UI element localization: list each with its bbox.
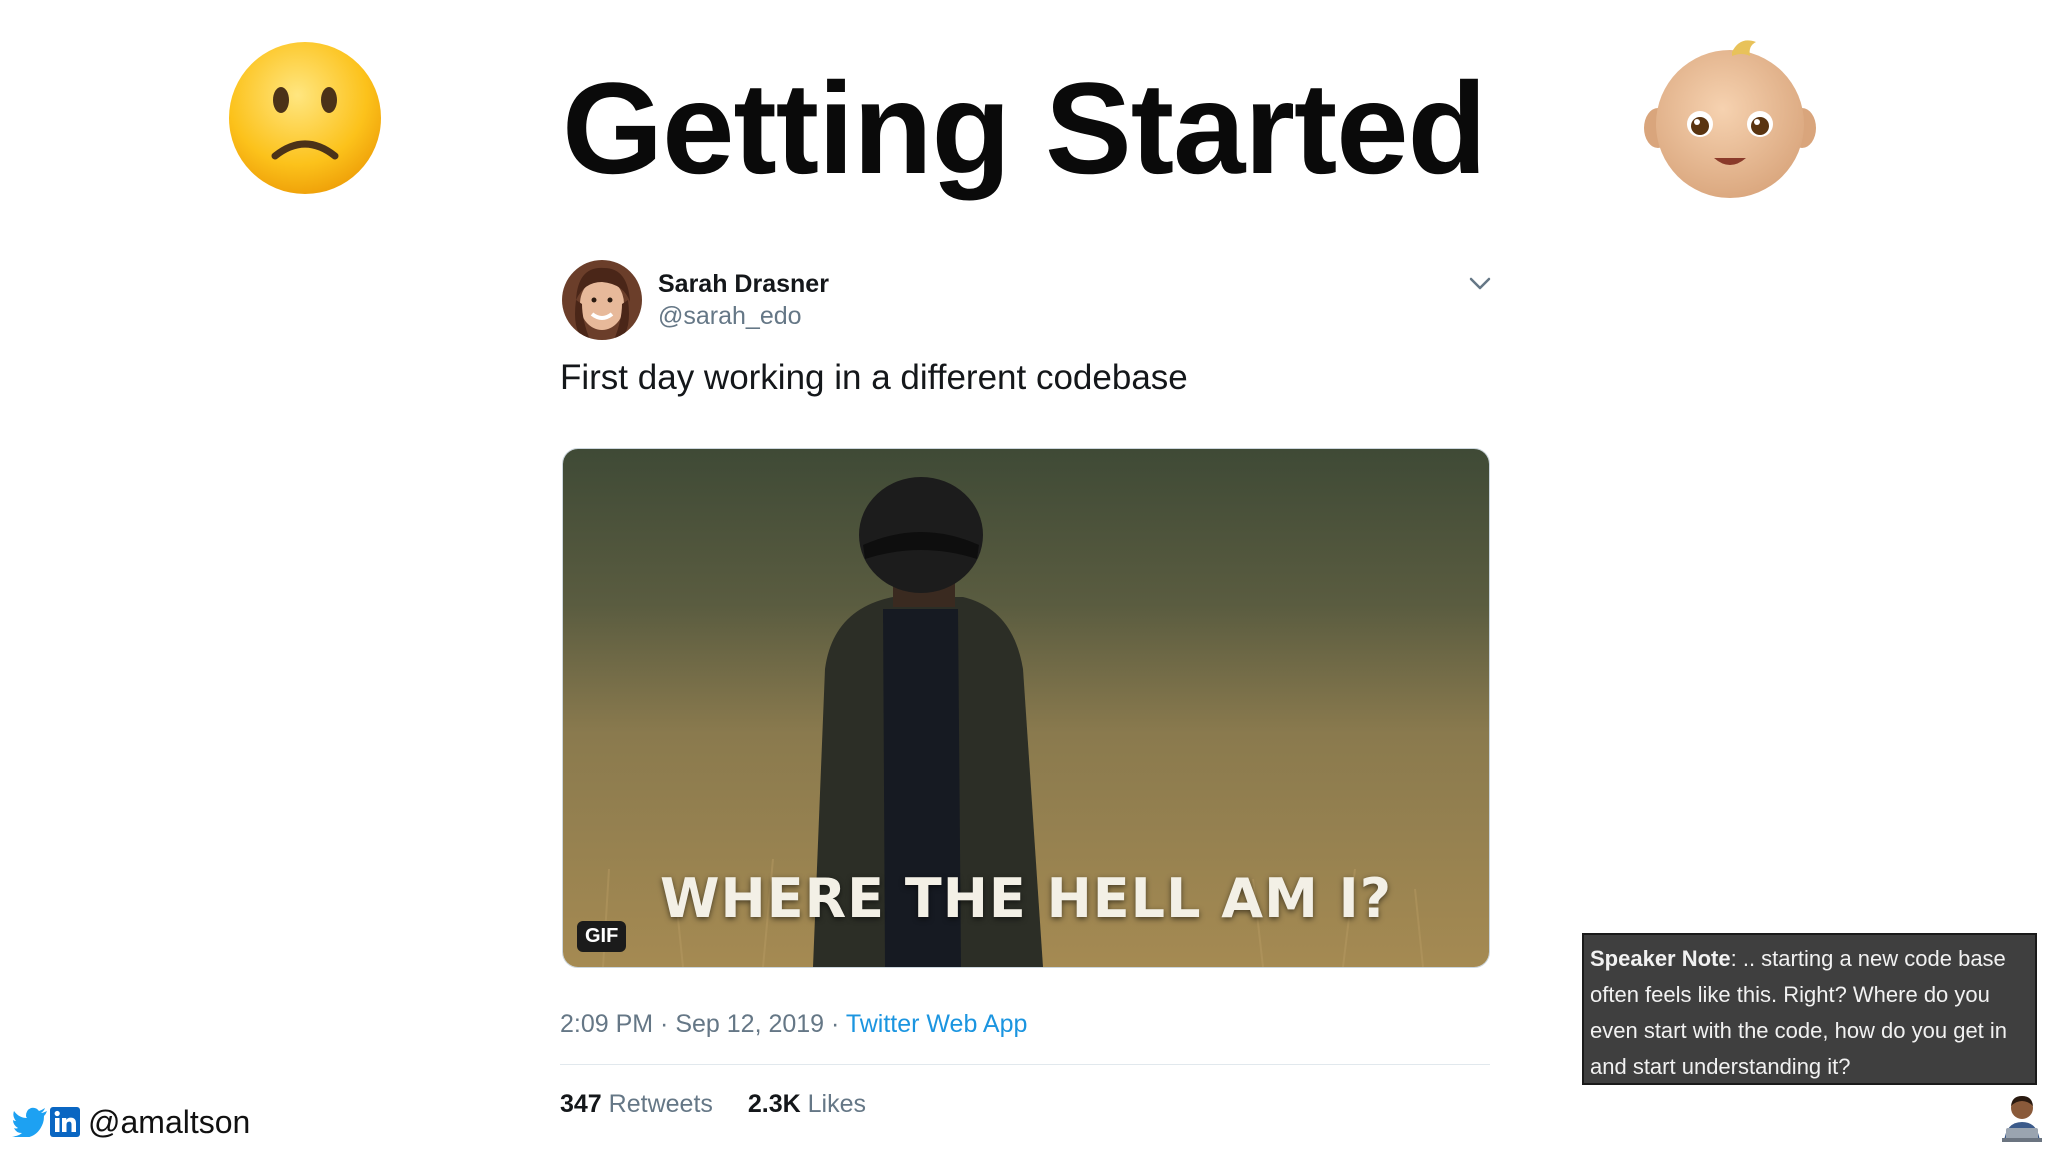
slide: Getting Started Sarah Drasner @sarah_edo… [0,0,2048,1152]
chevron-down-icon[interactable] [1466,270,1494,298]
speaker-note-label: Speaker Note [1590,946,1731,971]
gif-badge: GIF [577,921,627,952]
retweets-stat[interactable]: 347 Retweets [560,1090,713,1118]
tweet-text: First day working in a different codebas… [560,358,1188,397]
speaker-note: Speaker Note: .. starting a new code bas… [1582,933,2037,1085]
avatar[interactable] [562,260,642,340]
footer-social: @amaltson [12,1102,250,1142]
footer-handle: @amaltson [88,1103,251,1140]
technologist-icon [2002,1096,2042,1142]
author-handle[interactable]: @sarah_edo [658,302,802,331]
tweet-card: Sarah Drasner @sarah_edo First day worki… [560,258,1491,1152]
retweets-label: Retweets [608,1090,713,1118]
divider [560,1064,1490,1065]
tweet-gif[interactable]: WHERE THE HELL AM I? GIF [562,448,1490,968]
gif-caption: WHERE THE HELL AM I? [659,867,1393,930]
likes-stat[interactable]: 2.3K Likes [748,1090,866,1118]
likes-label: Likes [807,1090,866,1118]
twitter-icon[interactable] [12,1107,48,1137]
retweets-count: 347 [560,1090,602,1118]
author-name[interactable]: Sarah Drasner [658,270,829,299]
likes-count: 2.3K [747,1090,801,1118]
linkedin-icon[interactable] [50,1107,80,1137]
meta-separator: · [653,1010,676,1038]
baby-face-icon [1644,40,1816,198]
tweet-source-app-link[interactable]: Twitter Web App [846,1010,1028,1038]
meta-separator: · [824,1010,846,1038]
tweet-stats: 347 Retweets 2.3K Likes [560,1090,894,1119]
tweet-date[interactable]: Sep 12, 2019 [675,1010,824,1038]
tweet-meta: 2:09 PM · Sep 12, 2019 · Twitter Web App [560,1010,1027,1039]
tweet-time: 2:09 PM [560,1010,654,1038]
